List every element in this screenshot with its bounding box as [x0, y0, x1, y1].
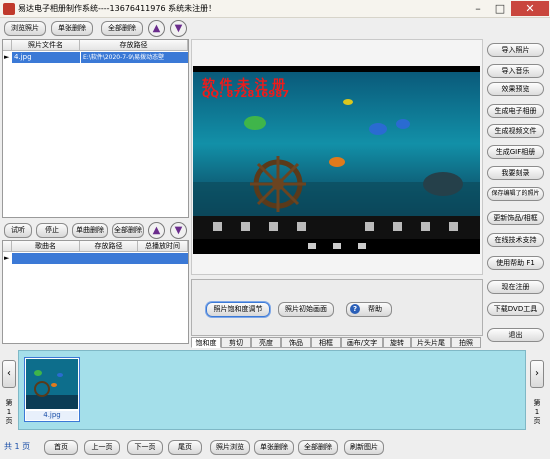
photo-row-name[interactable]: 4.jpg — [12, 52, 80, 63]
music-table[interactable]: 歌曲名 存放路径 总播放时间 ► — [2, 240, 189, 344]
left-page-label: 第 1 页 — [2, 399, 16, 426]
prev-page-button[interactable]: 上一页 — [84, 440, 120, 455]
import-photos-button[interactable]: 导入照片 — [487, 43, 544, 57]
register-now-button[interactable]: 现在注册 — [487, 280, 544, 294]
thumbnail-strip[interactable]: 4.jpg — [18, 350, 526, 430]
thumbnail-image — [26, 359, 78, 409]
stop-music-button[interactable]: 停止 — [36, 223, 68, 238]
maximize-button[interactable]: □ — [488, 1, 512, 16]
browse-photos-button[interactable]: 浏览照片 — [4, 21, 46, 36]
saturation-adjust-button[interactable]: 照片饱和度调节 — [206, 302, 270, 317]
tab-rotate[interactable]: 旋转 — [383, 337, 411, 348]
song-path-header: 存放路径 — [80, 241, 138, 252]
tab-crop[interactable]: 剪切 — [221, 337, 251, 348]
last-page-button[interactable]: 尾页 — [168, 440, 202, 455]
update-ornaments-button[interactable]: 更新饰品/相框 — [487, 211, 544, 225]
next-page-button[interactable]: 下一页 — [127, 440, 163, 455]
left-page-prefix: 第 — [5, 399, 13, 407]
delete-one-photo-button[interactable]: 单张删除 — [51, 21, 93, 36]
film-prev-arrow-icon[interactable]: ‹ — [2, 360, 16, 388]
reset-photo-button[interactable]: 照片初始画面 — [278, 302, 334, 317]
left-page-number: 1 — [6, 408, 12, 416]
create-gif-button[interactable]: 生成GIF相册 — [487, 145, 544, 159]
right-page-label: 第 1 页 — [530, 399, 544, 426]
photo-table[interactable]: 照片文件名 存放路径 ► 4.jpg E:\软件\2020-7-9\易拨动态壁 — [2, 39, 189, 218]
photo-browse-button[interactable]: 照片浏览 — [210, 440, 250, 455]
right-page-suffix: 页 — [533, 417, 541, 425]
import-music-button[interactable]: 导入音乐 — [487, 64, 544, 78]
refresh-images-button[interactable]: 刷新图片 — [344, 440, 384, 455]
help-label: 帮助 — [368, 305, 382, 313]
online-support-button[interactable]: 在线技术支持 — [487, 233, 544, 247]
photo-preview: 软 件 未 注 册 QQ: 872816987 — [193, 66, 480, 254]
tab-brightness[interactable]: 亮度 — [251, 337, 281, 348]
song-duration-header: 总播放时间 — [138, 241, 188, 252]
effect-preview-button[interactable]: 效果预览 — [487, 82, 544, 96]
burn-disc-button[interactable]: 我要刻录 — [487, 166, 544, 180]
tab-ornament[interactable]: 饰品 — [281, 337, 311, 348]
music-row-empty[interactable] — [12, 253, 188, 264]
music-down-icon[interactable]: ▼ — [170, 222, 187, 239]
tab-intro-outro[interactable]: 片头片尾 — [411, 337, 451, 348]
row-pointer-icon: ► — [4, 53, 10, 61]
move-down-icon[interactable]: ▼ — [170, 20, 187, 37]
tab-frame[interactable]: 相框 — [311, 337, 341, 348]
download-dvd-tool-button[interactable]: 下载DVD工具 — [487, 302, 544, 316]
row-indicator-header — [3, 40, 12, 51]
move-up-icon[interactable]: ▲ — [148, 20, 165, 37]
photo-name-header: 照片文件名 — [12, 40, 80, 51]
help-button[interactable]: ? 帮助 — [346, 302, 392, 317]
right-page-prefix: 第 — [533, 399, 541, 407]
tab-photograph[interactable]: 拍照 — [451, 337, 481, 348]
bottom-delete-one-button[interactable]: 单张删除 — [254, 440, 294, 455]
photo-path-header: 存放路径 — [80, 40, 188, 51]
page-count: 共 1 页 — [4, 442, 31, 451]
left-page-suffix: 页 — [5, 417, 13, 425]
watermark-line2: QQ: 872816987 — [202, 89, 290, 100]
minimize-button[interactable]: – — [466, 1, 490, 16]
delete-one-song-button[interactable]: 单曲删除 — [72, 223, 108, 238]
first-page-button[interactable]: 首页 — [44, 440, 78, 455]
tab-canvas-text[interactable]: 画布/文字 — [341, 337, 383, 348]
preview-music-button[interactable]: 试听 — [4, 223, 32, 238]
window-title: 易达电子相册制作系统----13676411976 系统未注册！ — [18, 4, 217, 13]
music-row-pointer-icon: ► — [4, 254, 10, 262]
thumbnail-caption: 4.jpg — [26, 411, 78, 420]
music-indicator-header — [3, 241, 12, 252]
photo-row-path[interactable]: E:\软件\2020-7-9\易拨动态壁 — [81, 52, 188, 63]
film-next-arrow-icon[interactable]: › — [530, 360, 544, 388]
app-icon — [3, 3, 15, 15]
title-bar: 易达电子相册制作系统----13676411976 系统未注册！ – □ ✕ — [0, 0, 550, 18]
delete-all-songs-button[interactable]: 全部删除 — [112, 223, 144, 238]
create-video-button[interactable]: 生成视频文件 — [487, 124, 544, 138]
thumbnail-item[interactable]: 4.jpg — [24, 357, 80, 422]
bottom-delete-all-button[interactable]: 全部删除 — [298, 440, 338, 455]
tab-saturation[interactable]: 饱和度 — [191, 337, 221, 348]
create-album-button[interactable]: 生成电子相册 — [487, 104, 544, 118]
song-name-header: 歌曲名 — [12, 241, 80, 252]
delete-all-photos-button[interactable]: 全部删除 — [101, 21, 143, 36]
user-help-button[interactable]: 使用帮助 F1 — [487, 256, 544, 270]
right-page-number: 1 — [534, 408, 540, 416]
close-button[interactable]: ✕ — [511, 1, 549, 16]
help-icon: ? — [350, 304, 360, 314]
save-edited-photos-button[interactable]: 保存编辑了的照片 — [487, 187, 544, 201]
music-up-icon[interactable]: ▲ — [148, 222, 165, 239]
exit-button[interactable]: 退出 — [487, 328, 544, 342]
